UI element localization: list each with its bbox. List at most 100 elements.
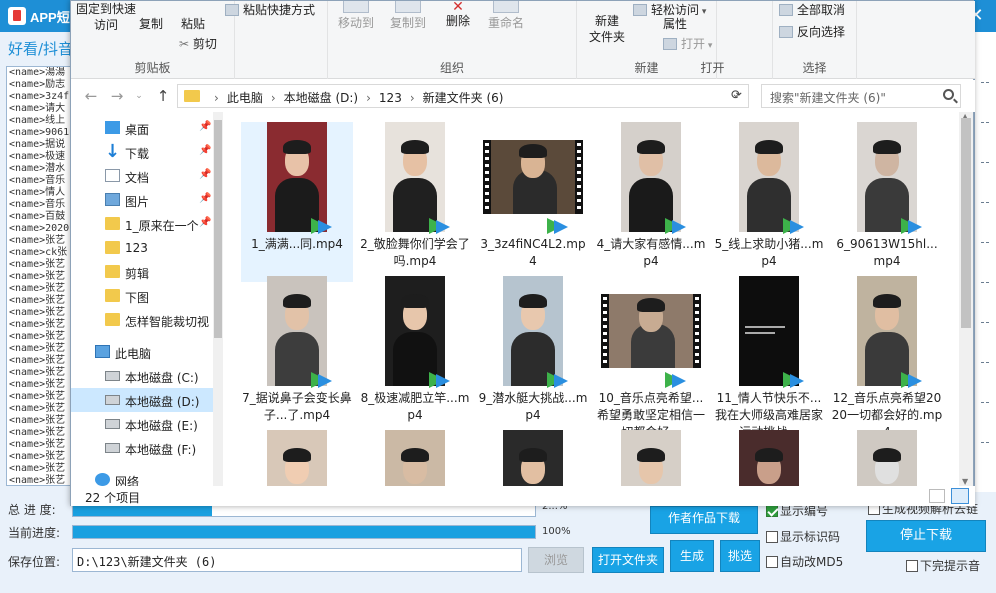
address-bar: ← → ⌄ ↑ › 此电脑 › 本地磁盘 (D:) › 123 › 新建文件夹 (6) ⌄ ⟳… xyxy=(71,80,975,112)
nav-item[interactable]: 网络 xyxy=(71,468,223,486)
select-none-button[interactable]: 全部取消 xyxy=(779,1,845,18)
back-arrow-icon[interactable]: ← xyxy=(81,86,101,106)
forward-arrow-icon[interactable]: → xyxy=(107,86,127,106)
nav-item[interactable]: 文档 📌 xyxy=(71,164,223,188)
complete-tip-checkbox[interactable]: 下完提示音 xyxy=(906,557,980,574)
nav-item[interactable]: 123 xyxy=(71,236,223,260)
file-tile[interactable]: 8_极速减肥立竿...mp4 xyxy=(359,276,471,436)
delete-button[interactable]: ✕ 删除 xyxy=(438,0,478,29)
save-path-field[interactable]: D:\123\新建文件夹 (6) xyxy=(72,548,522,572)
file-tile[interactable] xyxy=(713,430,825,486)
scrollbar-thumb[interactable] xyxy=(214,120,222,338)
nav-item[interactable]: 下载 📌 xyxy=(71,140,223,164)
video-name-line: <name>张艺 xyxy=(9,343,66,354)
nav-item[interactable]: 本地磁盘 (E:) xyxy=(71,412,223,436)
navigation-pane-scrollbar[interactable] xyxy=(213,112,223,486)
scrollbar-thumb[interactable] xyxy=(961,118,971,328)
properties-button[interactable]: 属性 xyxy=(663,15,687,32)
file-tile[interactable] xyxy=(831,430,943,486)
rename-button[interactable]: 重命名 xyxy=(482,1,530,31)
video-name-line: <name>张艺 xyxy=(9,355,66,366)
copy-to-button[interactable]: 复制到 xyxy=(384,1,432,31)
move-to-button[interactable]: 移动到 xyxy=(332,1,380,31)
auto-md5-checkbox[interactable]: 自动改MD5 xyxy=(766,553,843,570)
breadcrumb-separator-icon[interactable]: › xyxy=(366,91,371,105)
video-name-line: <name>张艺 xyxy=(9,391,66,402)
video-name-list[interactable]: <name>湯湯 <name>励志 <name>3z4f <name>请大 <name>… xyxy=(6,66,76,486)
video-name-line: <name>极速 xyxy=(9,151,66,162)
file-name: 7_据说鼻子会变长鼻子...了.mp4 xyxy=(242,391,352,422)
nav-item[interactable]: 图片 📌 xyxy=(71,188,223,212)
file-tile[interactable] xyxy=(359,430,471,486)
open-button[interactable]: 打开 ▾ xyxy=(663,35,712,52)
video-player-badge-icon xyxy=(311,370,335,390)
video-name-line: <name>张艺 xyxy=(9,415,66,426)
breadcrumb-separator-icon[interactable]: › xyxy=(214,91,219,105)
file-tile[interactable]: 9_潜水艇大挑战...mp4 xyxy=(477,276,589,436)
author-works-download-button[interactable]: 作者作品下载 xyxy=(650,506,758,534)
large-icons-view-icon[interactable] xyxy=(951,488,969,504)
file-tile[interactable]: 7_据说鼻子会变长鼻子...了.mp4 xyxy=(241,276,353,436)
nav-item[interactable]: 怎样智能裁切视 xyxy=(71,308,223,332)
checkbox-checked xyxy=(766,505,778,517)
nav-item[interactable]: 桌面 📌 xyxy=(71,116,223,140)
disk-icon xyxy=(105,443,120,453)
video-thumbnail xyxy=(483,140,583,214)
breadcrumb-item[interactable]: 此电脑 xyxy=(227,91,263,105)
recent-locations-chevron-icon[interactable]: ⌄ xyxy=(129,86,149,106)
video-player-badge-icon xyxy=(547,370,571,390)
generate-button[interactable]: 生成 xyxy=(670,540,714,572)
details-view-icon[interactable] xyxy=(929,489,945,503)
file-explorer-window: 固定到快速访问 复制 粘贴 ✂ 剪切 剪贴板 粘贴快捷方式 移动到 复制到 ✕ 删… xyxy=(70,0,975,506)
refresh-icon[interactable]: ⟳ xyxy=(731,88,745,104)
nav-item[interactable]: 本地磁盘 (D:) xyxy=(71,388,223,412)
video-thumbnail xyxy=(857,430,917,486)
select-none-label: 全部取消 xyxy=(797,3,846,17)
cut-button[interactable]: ✂ 剪切 xyxy=(179,35,217,52)
file-tile[interactable]: 12_音乐点亮希望2020一切都会好的.mp4 xyxy=(831,276,943,439)
nav-item[interactable]: 本地磁盘 (F:) xyxy=(71,436,223,460)
nav-item-label: 本地磁盘 (E:) xyxy=(125,419,198,433)
nav-item[interactable]: 下图 xyxy=(71,284,223,308)
file-tile[interactable] xyxy=(241,430,353,486)
file-tile[interactable]: 4_请大家有感情...mp4 xyxy=(595,122,707,282)
stop-download-button[interactable]: 停止下载 xyxy=(866,520,986,552)
nav-item[interactable]: 此电脑 xyxy=(71,340,223,364)
select-button[interactable]: 挑选 xyxy=(720,540,760,572)
breadcrumb-separator-icon[interactable]: › xyxy=(410,91,415,105)
nav-item[interactable]: 剪辑 xyxy=(71,260,223,284)
invert-selection-button[interactable]: 反向选择 xyxy=(779,23,845,40)
file-tile[interactable]: 10_音乐点亮希望...希望勇敢坚定相信一切都会好... xyxy=(595,276,707,439)
file-tile[interactable]: 1_满满...同.mp4 xyxy=(241,122,353,282)
show-mark-checkbox[interactable]: 显示标识码 xyxy=(766,528,840,545)
breadcrumb-item[interactable]: 本地磁盘 (D:) xyxy=(284,91,358,105)
pin-quick-access-button[interactable]: 固定到快速访问 xyxy=(75,1,137,33)
paste-shortcut-button[interactable]: 粘贴快捷方式 xyxy=(225,1,315,18)
file-tile[interactable]: 5_线上求助小猪...mp4 xyxy=(713,122,825,282)
file-tile[interactable]: 2_敬脸舞你们学会了吗.mp4 xyxy=(359,122,471,282)
file-name: 3_3z4fiNC4L2.mp4 xyxy=(480,237,586,268)
nav-item[interactable]: 本地磁盘 (C:) xyxy=(71,364,223,388)
video-player-badge-icon xyxy=(901,216,925,236)
new-folder-button[interactable]: 新建 文件夹 xyxy=(583,13,631,45)
nav-item-label: 此电脑 xyxy=(115,347,152,361)
open-folder-button[interactable]: 打开文件夹 xyxy=(592,547,664,573)
paste-button[interactable]: 粘贴 xyxy=(181,15,205,32)
app-title: APP短 xyxy=(30,10,70,25)
nav-item[interactable]: 1_原来在一个 📌 xyxy=(71,212,223,236)
breadcrumb-separator-icon[interactable]: › xyxy=(271,91,276,105)
file-tile[interactable] xyxy=(595,430,707,486)
browse-button[interactable]: 浏览 xyxy=(528,547,584,573)
search-box[interactable]: 搜索"新建文件夹 (6)" xyxy=(761,84,961,108)
breadcrumb-item[interactable]: 新建文件夹 (6) xyxy=(423,91,504,105)
copy-button[interactable]: 复制 xyxy=(139,15,163,32)
file-tile[interactable]: 3_3z4fiNC4L2.mp4 xyxy=(477,122,589,282)
breadcrumb-item[interactable]: 123 xyxy=(379,91,402,105)
file-view-scrollbar[interactable]: ▲ ▼ xyxy=(959,112,973,486)
file-tile[interactable]: 11_情人节快乐不...我在大师级高难居家运动挑战... xyxy=(713,276,825,439)
file-tile[interactable] xyxy=(477,430,589,486)
file-tile[interactable]: 6_90613W15hl...mp4 xyxy=(831,122,943,282)
address-field[interactable]: › 此电脑 › 本地磁盘 (D:) › 123 › 新建文件夹 (6) ⌄ xyxy=(177,84,749,108)
scroll-down-icon[interactable]: ▼ xyxy=(962,477,968,486)
up-arrow-icon[interactable]: ↑ xyxy=(153,86,173,106)
